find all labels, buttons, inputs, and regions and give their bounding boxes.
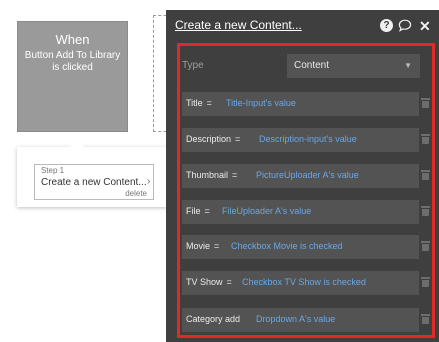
field-row-title[interactable]: Title = Title-Input's value xyxy=(182,92,419,116)
field-label: Category add xyxy=(186,314,241,324)
field-label: Title = xyxy=(186,98,212,108)
event-title: When xyxy=(55,32,90,47)
field-value[interactable]: FileUploader A's value xyxy=(222,206,311,216)
field-label: File = xyxy=(186,206,210,216)
step-delete-link[interactable]: delete xyxy=(125,189,147,198)
field-value[interactable]: Checkbox Movie is checked xyxy=(231,241,343,251)
field-value[interactable]: Checkbox TV Show is checked xyxy=(242,277,366,287)
field-value[interactable]: Title-Input's value xyxy=(226,98,296,108)
field-row-movie[interactable]: Movie = Checkbox Movie is checked xyxy=(182,235,419,259)
trash-icon[interactable] xyxy=(421,206,430,216)
workflow-step-card[interactable]: Step 1 Create a new Content... delete xyxy=(34,164,154,200)
field-label: Thumbnail = xyxy=(186,170,238,180)
type-value: Content xyxy=(294,60,330,71)
field-row-category[interactable]: Category add Dropdown A's value xyxy=(182,308,419,332)
trash-icon[interactable] xyxy=(421,134,430,144)
event-description: Button Add To Library is clicked xyxy=(24,50,121,73)
chevron-right-icon: › xyxy=(147,176,151,187)
type-label: Type xyxy=(182,60,204,71)
field-row-tv-show[interactable]: TV Show = Checkbox TV Show is checked xyxy=(182,271,419,295)
trash-icon[interactable] xyxy=(421,98,430,108)
chevron-down-icon: ▼ xyxy=(404,61,412,70)
trash-icon[interactable] xyxy=(421,314,430,324)
editor-header: Create a new Content... ? ✕ xyxy=(166,10,439,43)
field-row-file[interactable]: File = FileUploader A's value xyxy=(182,200,419,224)
event-block-when[interactable]: When Button Add To Library is clicked xyxy=(17,21,128,132)
step-number: Step 1 xyxy=(41,166,65,175)
type-row: Type Content ▼ xyxy=(182,54,427,78)
type-dropdown[interactable]: Content ▼ xyxy=(287,54,420,78)
field-label: TV Show = xyxy=(186,277,232,287)
trash-icon[interactable] xyxy=(421,241,430,251)
close-icon[interactable]: ✕ xyxy=(419,19,431,33)
workflow-steps-panel: Step 1 Create a new Content... delete xyxy=(17,140,167,207)
field-row-description[interactable]: Description = Description-input's value xyxy=(182,128,419,152)
field-value[interactable]: Description-input's value xyxy=(259,134,357,144)
trash-icon[interactable] xyxy=(421,277,430,287)
editor-title[interactable]: Create a new Content... xyxy=(175,18,302,32)
field-value[interactable]: PictureUploader A's value xyxy=(256,170,359,180)
field-label: Movie = xyxy=(186,241,220,251)
field-label: Description = xyxy=(186,134,241,144)
comment-icon[interactable] xyxy=(398,19,412,35)
help-icon[interactable]: ? xyxy=(380,19,393,32)
field-row-thumbnail[interactable]: Thumbnail = PictureUploader A's value xyxy=(182,164,419,188)
step-title: Create a new Content... xyxy=(41,177,147,188)
field-value[interactable]: Dropdown A's value xyxy=(256,314,335,324)
trash-icon[interactable] xyxy=(421,170,430,180)
